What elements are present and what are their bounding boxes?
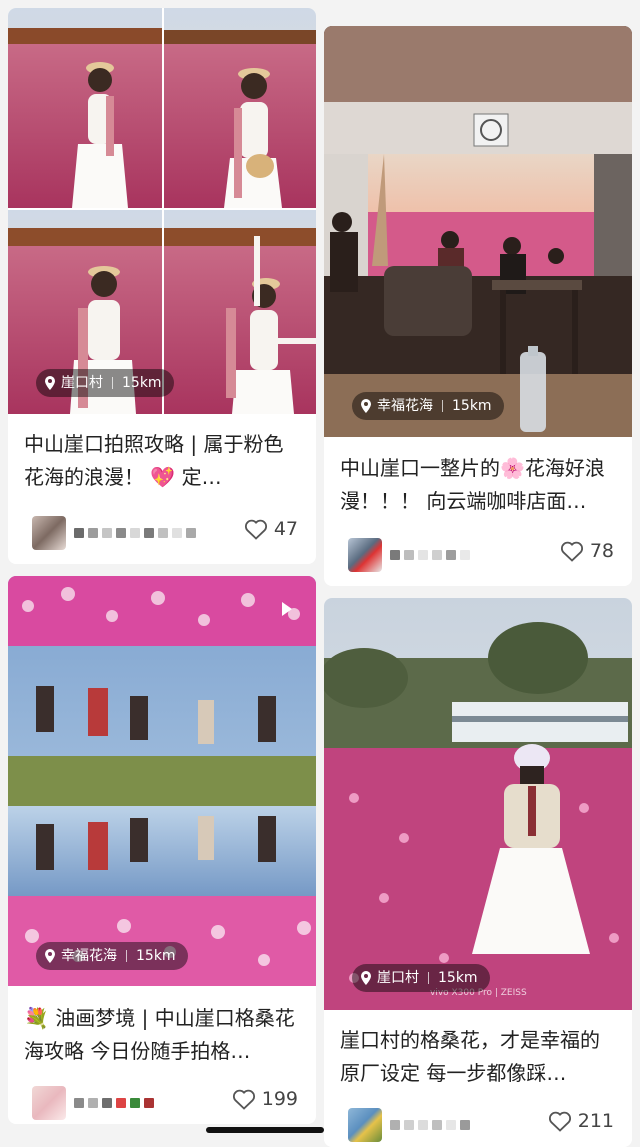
location-pin-icon xyxy=(45,949,55,963)
like-button[interactable]: 199 xyxy=(232,1088,298,1110)
like-count: 211 xyxy=(577,1110,614,1132)
home-indicator[interactable] xyxy=(206,1127,324,1133)
like-button[interactable]: 211 xyxy=(548,1110,614,1132)
note-title[interactable]: 中山崖口拍照攻略 | 属于粉色花海的浪漫！ 💖 定… xyxy=(24,428,302,494)
author-name-blurred xyxy=(74,528,214,538)
avatar[interactable] xyxy=(348,1108,382,1142)
heart-outline-icon xyxy=(232,1089,255,1110)
avatar[interactable] xyxy=(348,538,382,572)
author-name-blurred xyxy=(74,1098,214,1108)
location-tag[interactable]: 幸福花海 15km xyxy=(36,942,188,970)
location-distance: 15km xyxy=(136,948,176,964)
heart-outline-icon xyxy=(244,519,267,540)
location-distance: 15km xyxy=(452,398,492,414)
note-card-1[interactable]: 崖口村 15km 中山崖口拍照攻略 | 属于粉色花海的浪漫！ 💖 定… 47 xyxy=(8,8,316,564)
author[interactable] xyxy=(32,1086,214,1120)
card-3-cover-image[interactable]: 幸福花海 15km xyxy=(8,576,316,986)
divider xyxy=(112,377,113,389)
author-name-blurred xyxy=(390,1120,530,1130)
like-count: 78 xyxy=(589,540,614,562)
location-name: 幸福花海 xyxy=(61,948,117,964)
divider xyxy=(442,400,443,412)
location-name: 崖口村 xyxy=(377,970,419,986)
location-name: 幸福花海 xyxy=(377,398,433,414)
like-count: 47 xyxy=(273,518,298,540)
heart-outline-icon xyxy=(560,541,583,562)
author[interactable] xyxy=(348,1108,530,1142)
card-4-cover-image[interactable]: vivo X300 Pro | ZEISS 崖口村 15km xyxy=(324,598,632,1010)
avatar[interactable] xyxy=(32,516,66,550)
location-pin-icon xyxy=(361,399,371,413)
note-title[interactable]: 崖口村的格桑花，才是幸福的原厂设定 每一步都像踩… xyxy=(340,1024,618,1090)
avatar[interactable] xyxy=(32,1086,66,1120)
location-pin-icon xyxy=(45,376,55,390)
play-icon xyxy=(282,602,292,616)
location-tag[interactable]: 幸福花海 15km xyxy=(352,392,504,420)
location-tag[interactable]: 崖口村 15km xyxy=(352,964,490,992)
location-tag[interactable]: 崖口村 15km xyxy=(36,369,174,397)
note-card-4[interactable]: vivo X300 Pro | ZEISS 崖口村 15km 崖口村的格桑花，才… xyxy=(324,598,632,1147)
divider xyxy=(428,972,429,984)
author-name-blurred xyxy=(390,550,530,560)
like-button[interactable]: 78 xyxy=(560,540,614,562)
author[interactable] xyxy=(32,516,214,550)
card-1-cover-image[interactable]: 崖口村 15km xyxy=(8,8,316,414)
location-name: 崖口村 xyxy=(61,375,103,391)
note-title[interactable]: 💐 油画梦境 | 中山崖口格桑花海攻略 今日份随手拍格… xyxy=(24,1002,302,1068)
location-pin-icon xyxy=(361,971,371,985)
heart-outline-icon xyxy=(548,1111,571,1132)
author[interactable] xyxy=(348,538,530,572)
like-count: 199 xyxy=(261,1088,298,1110)
location-distance: 15km xyxy=(122,375,162,391)
like-button[interactable]: 47 xyxy=(244,518,298,540)
divider xyxy=(126,950,127,962)
note-title[interactable]: 中山崖口一整片的🌸花海好浪漫！！！ 向云端咖啡店面… xyxy=(340,452,618,518)
note-card-2[interactable]: 幸福花海 15km 中山崖口一整片的🌸花海好浪漫！！！ 向云端咖啡店面… 78 xyxy=(324,26,632,586)
card-2-cover-image[interactable]: 幸福花海 15km xyxy=(324,26,632,437)
location-distance: 15km xyxy=(438,970,478,986)
note-card-3[interactable]: 幸福花海 15km 💐 油画梦境 | 中山崖口格桑花海攻略 今日份随手拍格… 1… xyxy=(8,576,316,1124)
